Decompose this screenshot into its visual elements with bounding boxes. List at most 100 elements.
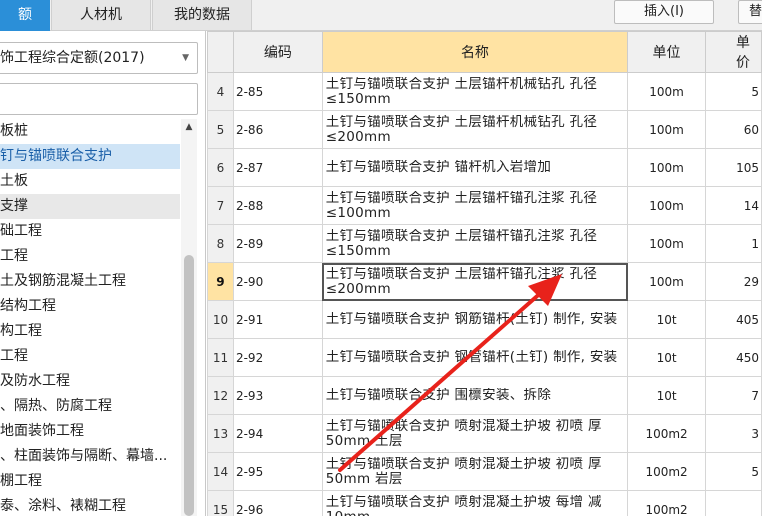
row-number[interactable]: 7 — [207, 186, 234, 225]
tree-item[interactable]: 棚工程 — [0, 469, 180, 494]
unit-cell[interactable]: 100m — [627, 110, 706, 149]
chevron-down-icon[interactable]: ▼ — [182, 43, 189, 73]
tree-item[interactable]: 工程 — [0, 344, 180, 369]
row-number[interactable]: 4 — [207, 72, 234, 111]
tree-item[interactable]: 板桩 — [0, 119, 180, 144]
table-row[interactable]: 6 2-87 土钉与锚喷联合支护 锚杆机入岩增加 100m 105 — [207, 148, 762, 187]
unit-cell[interactable]: 100m — [627, 148, 706, 187]
tab-my-data[interactable]: 我的数据 — [152, 0, 252, 31]
code-cell[interactable]: 2-95 — [232, 452, 323, 491]
row-number[interactable]: 6 — [207, 148, 234, 187]
row-number[interactable]: 12 — [207, 376, 234, 415]
replace-button[interactable]: 替 — [738, 0, 762, 24]
row-number[interactable]: 15 — [207, 490, 234, 516]
name-cell[interactable]: 土钉与锚喷联合支护 土层锚杆锚孔注浆 孔径≤200mm — [321, 262, 629, 301]
unit-cell[interactable]: 100m2 — [627, 414, 706, 453]
name-cell[interactable]: 土钉与锚喷联合支护 土层锚杆机械钻孔 孔径≤150mm — [321, 72, 629, 111]
tree-item[interactable]: 工程 — [0, 244, 180, 269]
row-number[interactable]: 10 — [207, 300, 234, 339]
table-row[interactable]: 11 2-92 土钉与锚喷联合支护 钢管锚杆(土钉) 制作, 安装 10t 450 — [207, 338, 762, 377]
code-cell[interactable]: 2-96 — [232, 490, 323, 516]
unit-cell[interactable]: 100m — [627, 72, 706, 111]
price-cell[interactable]: 60 — [705, 110, 762, 149]
row-number[interactable]: 8 — [207, 224, 234, 263]
unit-cell[interactable]: 100m — [627, 262, 706, 301]
table-row[interactable]: 14 2-95 土钉与锚喷联合支护 喷射混凝土护坡 初喷 厚50mm 岩层 100m2… — [207, 452, 762, 491]
name-cell[interactable]: 土钉与锚喷联合支护 喷射混凝土护坡 每增 减10mm — [321, 490, 629, 516]
tree-item[interactable]: 地面装饰工程 — [0, 419, 180, 444]
table-row[interactable]: 13 2-94 土钉与锚喷联合支护 喷射混凝土护坡 初喷 厚50mm 土层 100m2… — [207, 414, 762, 453]
name-cell[interactable]: 土钉与锚喷联合支护 锚杆机入岩增加 — [321, 148, 629, 187]
price-cell[interactable]: 3 — [705, 414, 762, 453]
unit-cell[interactable]: 10t — [627, 338, 706, 377]
tree-item[interactable]: 、柱面装饰与隔断、幕墙... — [0, 444, 180, 469]
name-cell[interactable]: 土钉与锚喷联合支护 喷射混凝土护坡 初喷 厚50mm 土层 — [321, 414, 629, 453]
row-number[interactable]: 9 — [207, 262, 234, 301]
col-header-unit[interactable]: 单位 — [627, 31, 706, 73]
search-input[interactable] — [0, 83, 198, 115]
name-cell[interactable]: 土钉与锚喷联合支护 土层锚杆锚孔注浆 孔径≤100mm — [321, 186, 629, 225]
code-cell[interactable]: 2-92 — [232, 338, 323, 377]
table-row[interactable]: 8 2-89 土钉与锚喷联合支护 土层锚杆锚孔注浆 孔径≤150mm 100m 1 — [207, 224, 762, 263]
price-cell[interactable] — [705, 490, 762, 516]
code-cell[interactable]: 2-94 — [232, 414, 323, 453]
tree-item[interactable]: 结构工程 — [0, 294, 180, 319]
table-row[interactable]: 4 2-85 土钉与锚喷联合支护 土层锚杆机械钻孔 孔径≤150mm 100m 5 — [207, 72, 762, 111]
price-cell[interactable]: 1 — [705, 224, 762, 263]
code-cell[interactable]: 2-93 — [232, 376, 323, 415]
tree-item[interactable]: 土板 — [0, 169, 180, 194]
tree-item[interactable]: 及防水工程 — [0, 369, 180, 394]
tree-item[interactable]: 构工程 — [0, 319, 180, 344]
name-cell[interactable]: 土钉与锚喷联合支护 钢管锚杆(土钉) 制作, 安装 — [321, 338, 629, 377]
code-cell[interactable]: 2-85 — [232, 72, 323, 111]
table-row[interactable]: 152-96土钉与锚喷联合支护 喷射混凝土护坡 每增 减10mm 100m2 — [207, 490, 762, 516]
tree-scrollbar[interactable]: ▲ — [181, 119, 197, 516]
unit-cell[interactable]: 100m — [627, 186, 706, 225]
table-row[interactable]: 12 2-93 土钉与锚喷联合支护 围檩安装、拆除 10t 7 — [207, 376, 762, 415]
unit-cell[interactable]: 100m — [627, 224, 706, 263]
price-cell[interactable]: 105 — [705, 148, 762, 187]
table-row[interactable]: 5 2-86 土钉与锚喷联合支护 土层锚杆机械钻孔 孔径≤200mm 100m 60 — [207, 110, 762, 149]
quota-set-select[interactable]: 饰工程综合定额(2017) ▼ — [0, 42, 198, 74]
code-cell[interactable]: 2-87 — [232, 148, 323, 187]
unit-cell[interactable]: 100m2 — [627, 490, 706, 516]
price-cell[interactable]: 5 — [705, 452, 762, 491]
unit-cell[interactable]: 100m2 — [627, 452, 706, 491]
name-cell[interactable]: 土钉与锚喷联合支护 土层锚杆锚孔注浆 孔径≤150mm — [321, 224, 629, 263]
code-cell[interactable]: 2-90 — [232, 262, 323, 301]
tree-item[interactable]: 泰、涂料、裱糊工程 — [0, 494, 180, 516]
col-header-code[interactable]: 编码 — [232, 31, 323, 73]
col-header-price[interactable]: 单价 — [705, 31, 762, 73]
row-number[interactable]: 5 — [207, 110, 234, 149]
insert-button[interactable]: 插入(I) — [614, 0, 714, 24]
tree-item[interactable]: 钉与锚喷联合支护 — [0, 144, 180, 169]
scrollbar-thumb[interactable] — [184, 255, 194, 516]
price-cell[interactable]: 450 — [705, 338, 762, 377]
tree-item[interactable]: 、隔热、防腐工程 — [0, 394, 180, 419]
table-row[interactable]: 9 2-90 土钉与锚喷联合支护 土层锚杆锚孔注浆 孔径≤200mm 100m 29 — [207, 262, 762, 301]
tab-quota[interactable]: 额 — [0, 0, 50, 31]
row-number[interactable]: 14 — [207, 452, 234, 491]
code-cell[interactable]: 2-89 — [232, 224, 323, 263]
name-cell[interactable]: 土钉与锚喷联合支护 土层锚杆机械钻孔 孔径≤200mm — [321, 110, 629, 149]
col-header-name[interactable]: 名称 — [321, 31, 629, 73]
unit-cell[interactable]: 10t — [627, 300, 706, 339]
price-cell[interactable]: 405 — [705, 300, 762, 339]
table-row[interactable]: 7 2-88 土钉与锚喷联合支护 土层锚杆锚孔注浆 孔径≤100mm 100m 14 — [207, 186, 762, 225]
row-number[interactable]: 13 — [207, 414, 234, 453]
code-cell[interactable]: 2-88 — [232, 186, 323, 225]
code-cell[interactable]: 2-91 — [232, 300, 323, 339]
tree-item[interactable]: 土及钢筋混凝土工程 — [0, 269, 180, 294]
code-cell[interactable]: 2-86 — [232, 110, 323, 149]
name-cell[interactable]: 土钉与锚喷联合支护 围檩安装、拆除 — [321, 376, 629, 415]
scroll-up-icon[interactable]: ▲ — [181, 119, 197, 135]
unit-cell[interactable]: 10t — [627, 376, 706, 415]
price-cell[interactable]: 7 — [705, 376, 762, 415]
price-cell[interactable]: 14 — [705, 186, 762, 225]
price-cell[interactable]: 5 — [705, 72, 762, 111]
row-number[interactable]: 11 — [207, 338, 234, 377]
tab-labor-material-machine[interactable]: 人材机 — [51, 0, 151, 31]
tree-item[interactable]: 础工程 — [0, 219, 180, 244]
name-cell[interactable]: 土钉与锚喷联合支护 喷射混凝土护坡 初喷 厚50mm 岩层 — [321, 452, 629, 491]
table-row[interactable]: 10 2-91 土钉与锚喷联合支护 钢筋锚杆(土钉) 制作, 安装 10t 405 — [207, 300, 762, 339]
